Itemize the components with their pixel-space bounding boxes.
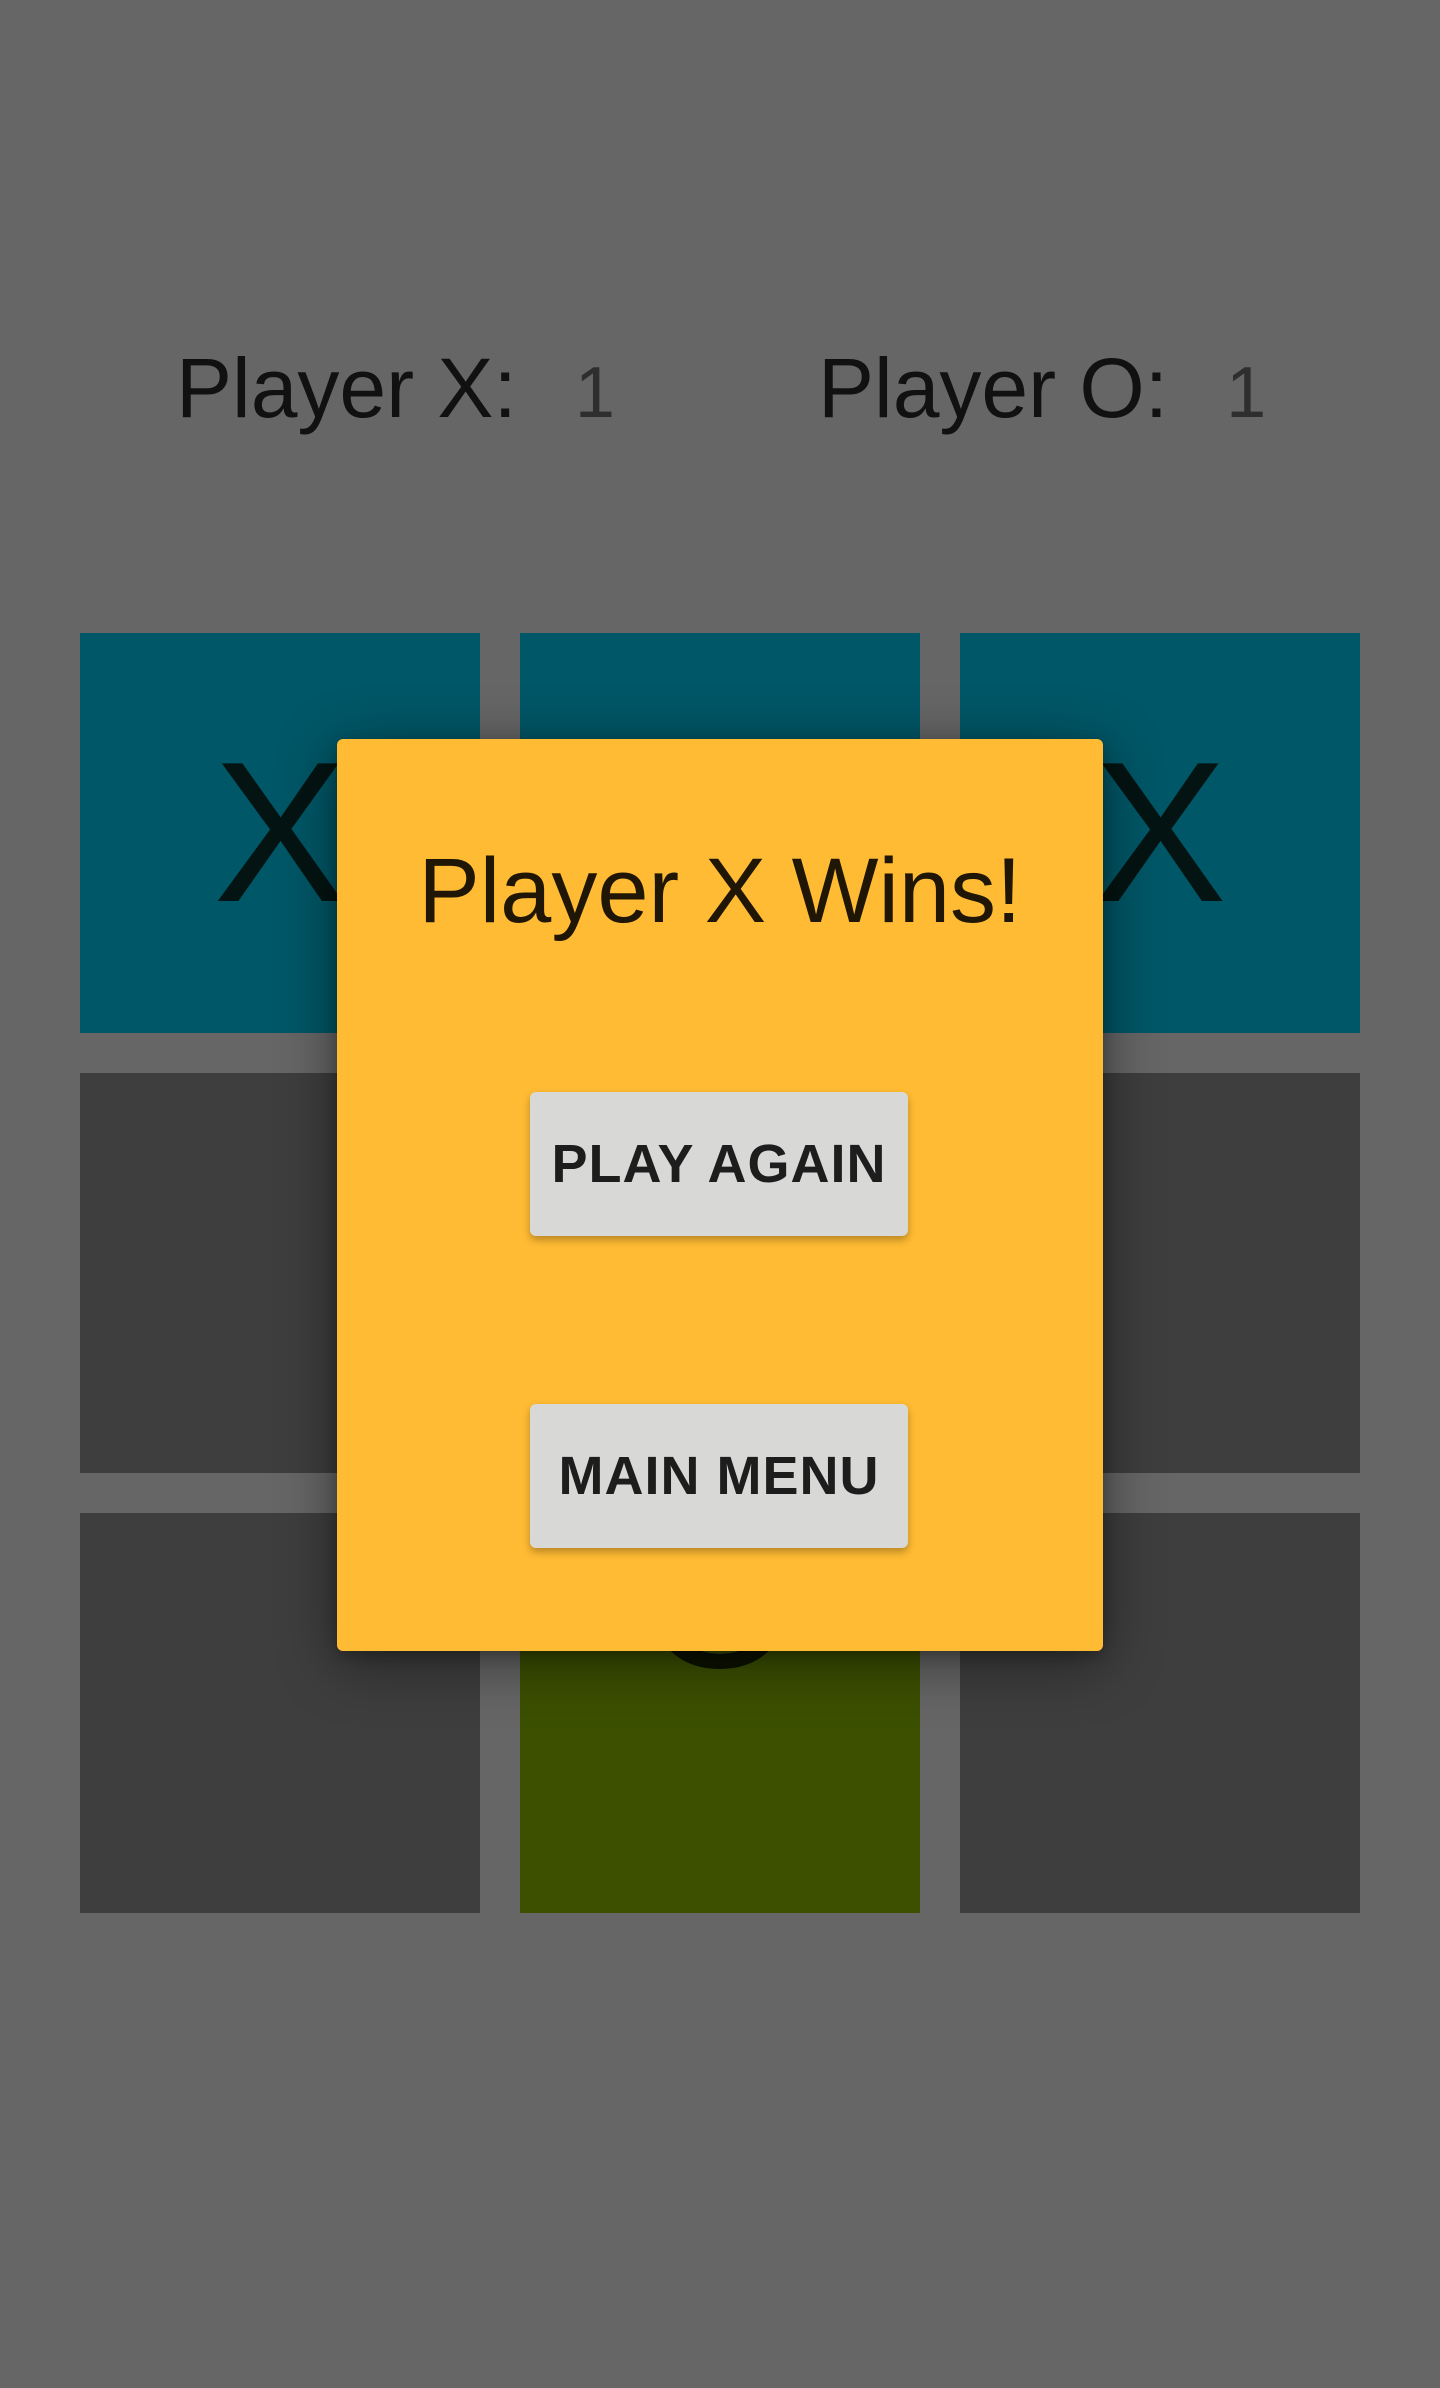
x-mark: X: [1093, 721, 1227, 944]
play-again-button[interactable]: PLAY AGAIN: [530, 1092, 908, 1236]
player-o-score: 1: [1226, 353, 1267, 433]
player-o-score-area: Player O: 1: [818, 340, 1266, 450]
player-o-label: Player O:: [818, 341, 1169, 435]
player-x-score: 1: [574, 353, 615, 433]
winner-dialog: Player X Wins! PLAY AGAIN MAIN MENU: [337, 739, 1103, 1651]
x-mark: X: [213, 721, 347, 944]
player-x-score-area: Player X: 1: [176, 340, 615, 450]
main-menu-button[interactable]: MAIN MENU: [530, 1404, 908, 1548]
winner-title: Player X Wins!: [418, 840, 1022, 942]
player-x-label: Player X:: [176, 341, 517, 435]
